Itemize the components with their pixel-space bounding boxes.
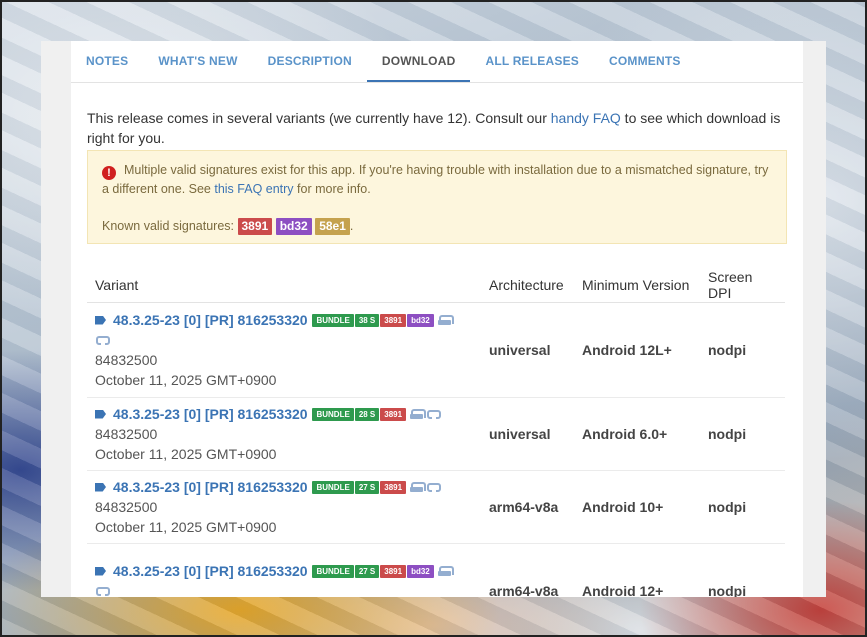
tab-comments[interactable]: COMMENTS [594, 41, 696, 82]
signature-badge: 3891 [380, 313, 407, 327]
signature-badge: 3891 [380, 564, 407, 578]
architecture-cell: universal [481, 397, 574, 471]
table-row: 48.3.25-23 [0] [PR] 816253320 BUNDLE 38 S… [87, 302, 785, 398]
architecture-cell: arm64-v8a [481, 543, 574, 597]
handy-faq-link[interactable]: handy FAQ [551, 110, 621, 126]
header-screen-dpi: Screen DPI [700, 269, 785, 303]
variant-cell: 48.3.25-23 [0] [PR] 816253320 BUNDLE 38 S… [87, 302, 481, 398]
min-version-cell: Android 12L+ [574, 302, 700, 398]
tag-icon [95, 482, 106, 492]
tab-description[interactable]: DESCRIPTION [253, 41, 367, 82]
bundle-badge: BUNDLE [312, 564, 354, 578]
bundle-badge: BUNDLE [312, 480, 354, 494]
download-card: NOTES WHAT'S NEW DESCRIPTION DOWNLOAD AL… [71, 41, 803, 597]
variants-table: Variant Architecture Minimum Version Scr… [87, 269, 785, 597]
vr-headset-icon [427, 482, 442, 492]
page-panel: NOTES WHAT'S NEW DESCRIPTION DOWNLOAD AL… [41, 41, 826, 597]
signature-badge: bd32 [407, 564, 434, 578]
tab-download[interactable]: DOWNLOAD [366, 41, 471, 82]
sdk-badge: 27 S [354, 564, 380, 578]
signature-badge: 3891 [237, 218, 273, 235]
signature-warning: ! Multiple valid signatures exist for thi… [87, 150, 787, 244]
version-code: 84832500 [95, 498, 158, 515]
signature-badge: bd32 [407, 313, 434, 327]
tag-icon [95, 315, 106, 325]
table-header-row: Variant Architecture Minimum Version Scr… [87, 269, 785, 303]
signature-badge: 58e1 [315, 218, 350, 235]
table-row: 48.3.25-23 [0] [PR] 816253320 BUNDLE 28 S… [87, 397, 785, 471]
vr-headset-icon [96, 586, 110, 596]
variants-intro: This release comes in several variants (… [87, 110, 781, 146]
table-row: 48.3.25-23 [0] [PR] 816253320 BUNDLE 27 S… [87, 543, 785, 597]
architecture-cell: universal [481, 302, 574, 398]
header-variant: Variant [87, 269, 481, 303]
dpi-cell: nodpi [700, 397, 785, 471]
release-date: October 11, 2025 GMT+0900 [95, 518, 277, 535]
tab-whats-new[interactable]: WHAT'S NEW [143, 41, 252, 82]
dpi-cell: nodpi [700, 470, 785, 544]
dpi-cell: nodpi [700, 543, 785, 597]
header-minimum-version: Minimum Version [574, 269, 700, 303]
version-code: 84832500 [95, 425, 158, 442]
signature-badge: 3891 [380, 480, 407, 494]
bundle-badge: BUNDLE [312, 407, 354, 421]
signature-badge: bd32 [275, 218, 312, 235]
variant-link[interactable]: 48.3.25-23 [0] [PR] 816253320 [113, 406, 308, 422]
vr-headset-icon [96, 335, 110, 345]
faq-entry-link[interactable]: this FAQ entry [214, 182, 293, 196]
sdk-badge: 38 S [354, 313, 380, 327]
release-date: October 11, 2025 GMT+0900 [95, 371, 277, 388]
signature-badge: 3891 [380, 407, 407, 421]
tab-bar: NOTES WHAT'S NEW DESCRIPTION DOWNLOAD AL… [71, 41, 803, 83]
variant-cell: 48.3.25-23 [0] [PR] 816253320 BUNDLE 28 S… [87, 397, 481, 471]
vr-headset-icon [427, 409, 442, 419]
tab-notes[interactable]: NOTES [71, 41, 143, 82]
variant-link[interactable]: 48.3.25-23 [0] [PR] 816253320 [113, 479, 308, 495]
sdk-badge: 27 S [354, 480, 380, 494]
table-row: 48.3.25-23 [0] [PR] 816253320 BUNDLE 27 S… [87, 470, 785, 544]
variant-link[interactable]: 48.3.25-23 [0] [PR] 816253320 [113, 563, 308, 579]
variant-link[interactable]: 48.3.25-23 [0] [PR] 816253320 [113, 312, 308, 328]
architecture-cell: arm64-v8a [481, 470, 574, 544]
variant-cell: 48.3.25-23 [0] [PR] 816253320 BUNDLE 27 S… [87, 543, 481, 597]
known-signatures: Known valid signatures: 3891 bd32 58e1. [102, 218, 354, 235]
bundle-badge: BUNDLE [312, 313, 354, 327]
min-version-cell: Android 12+ [574, 543, 700, 597]
car-icon [437, 314, 454, 325]
car-icon [410, 408, 427, 419]
variant-cell: 48.3.25-23 [0] [PR] 816253320 BUNDLE 27 S… [87, 470, 481, 544]
car-icon [437, 565, 454, 576]
sdk-badge: 28 S [354, 407, 380, 421]
exclamation-circle-icon: ! [102, 166, 116, 180]
dpi-cell: nodpi [700, 302, 785, 398]
tab-all-releases[interactable]: ALL RELEASES [470, 41, 594, 82]
min-version-cell: Android 6.0+ [574, 397, 700, 471]
header-architecture: Architecture [481, 269, 574, 303]
tag-icon [95, 409, 106, 419]
car-icon [410, 481, 427, 492]
signature-warning-text: ! Multiple valid signatures exist for thi… [102, 163, 769, 196]
version-code: 84832500 [95, 351, 158, 368]
release-date: October 11, 2025 GMT+0900 [95, 445, 277, 462]
tag-icon [95, 566, 106, 576]
min-version-cell: Android 10+ [574, 470, 700, 544]
